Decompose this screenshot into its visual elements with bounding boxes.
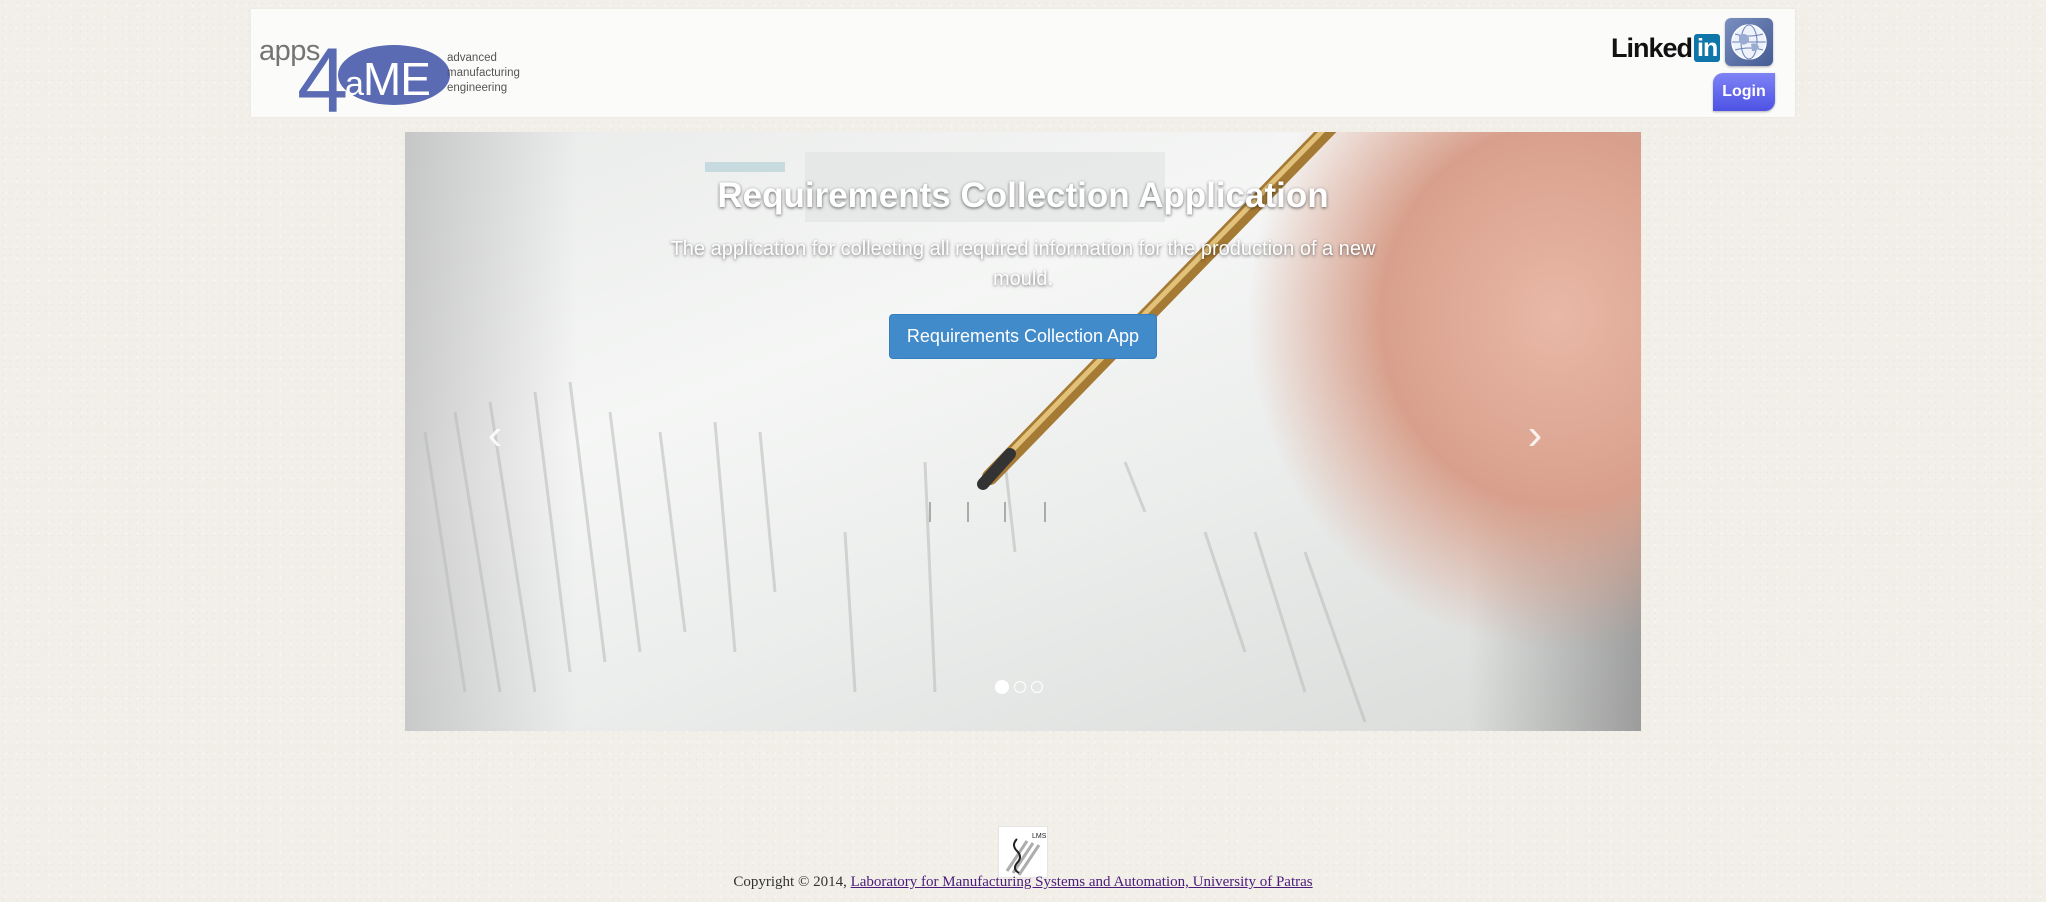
requirements-collection-app-button[interactable]: Requirements Collection App [888, 314, 1158, 359]
lms-university-link[interactable]: Laboratory for Manufacturing Systems and… [851, 874, 1313, 890]
hero-carousel: Requirements Collection Application The … [405, 132, 1641, 731]
carousel-next-button[interactable]: › [1505, 410, 1565, 460]
site-header: apps 4 aME advanced manufacturing engine… [251, 9, 1795, 127]
lms-logo-text: LMS [1032, 833, 1047, 840]
carousel-caption: Requirements Collection Application The … [655, 176, 1391, 359]
linkedin-text: Linked [1611, 32, 1693, 63]
carousel-description: The application for collecting all requi… [670, 238, 1376, 290]
apps4ame-logo[interactable]: apps 4 aME advanced manufacturing engine… [259, 29, 529, 127]
copyright-text: Copyright © 2014, [733, 874, 851, 890]
logo-tagline: advanced manufacturing engineering [447, 51, 520, 96]
carousel-indicator-dot[interactable] [995, 680, 1009, 694]
carousel-indicators [995, 680, 1043, 694]
carousel-title: Requirements Collection Application [717, 176, 1329, 215]
logo-ame-text: aME [345, 53, 431, 105]
logo-tagline-line: manufacturing [447, 67, 520, 79]
carousel-indicator-dot[interactable] [1014, 681, 1026, 693]
footer: Copyright © 2014, Laboratory for Manufac… [0, 874, 2046, 891]
linkedin-in-icon: in [1694, 34, 1721, 62]
carousel-prev-button[interactable]: ‹ [465, 410, 525, 460]
chevron-left-icon: ‹ [487, 410, 503, 459]
lms-logo: LMS [998, 826, 1048, 878]
logo-tagline-line: advanced [447, 52, 497, 64]
logo-tagline-line: engineering [447, 82, 508, 94]
chevron-right-icon: › [1527, 410, 1543, 459]
login-button[interactable]: Login [1713, 73, 1775, 111]
globe-icon[interactable] [1725, 18, 1773, 66]
carousel-indicator-dot[interactable] [1031, 681, 1043, 693]
linkedin-link[interactable]: Linked in [1611, 31, 1721, 65]
